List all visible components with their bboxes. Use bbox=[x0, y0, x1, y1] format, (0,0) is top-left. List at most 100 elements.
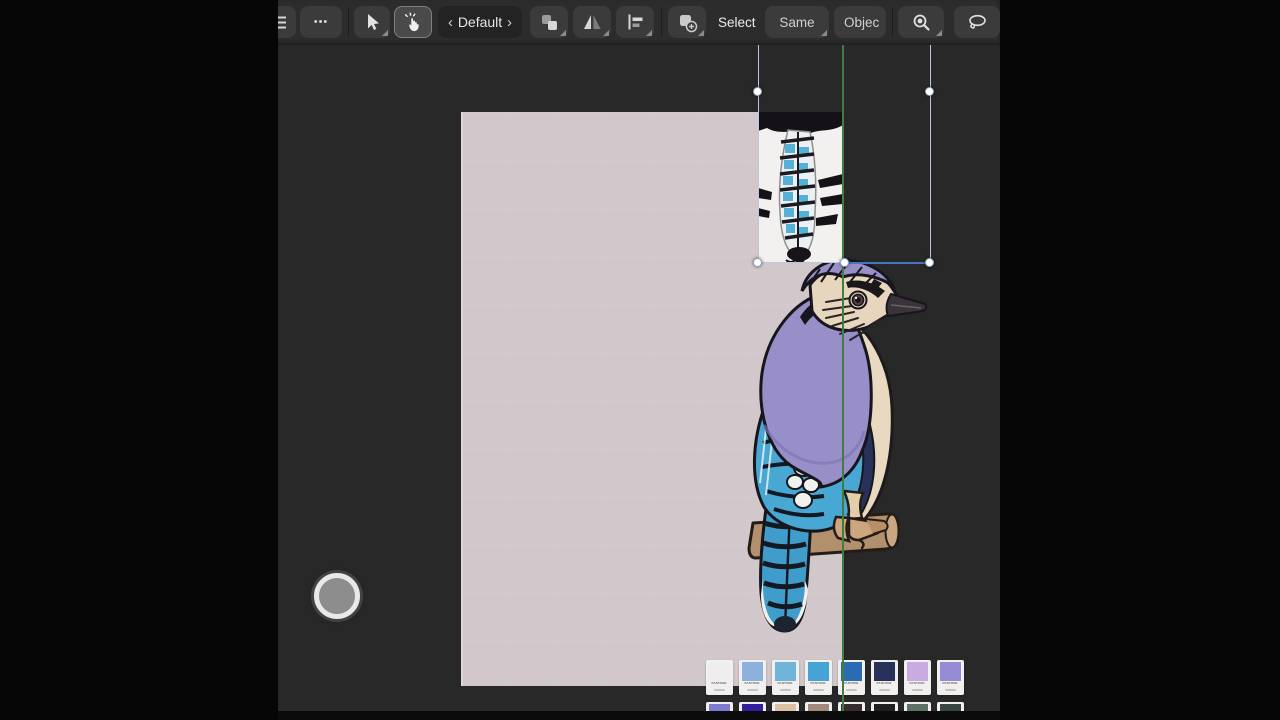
chip-color-square bbox=[841, 662, 862, 681]
submenu-fold bbox=[646, 30, 652, 36]
touch-indicator bbox=[314, 573, 360, 619]
blue-jay-artwork[interactable] bbox=[708, 255, 938, 645]
chip-brand-label: PANTONE bbox=[877, 682, 892, 685]
more-button[interactable]: ••• bbox=[300, 6, 342, 38]
pantone-chip[interactable]: PANTONE bbox=[706, 660, 733, 695]
hand-sparkle-icon bbox=[402, 11, 424, 33]
letterbox-bottom bbox=[278, 711, 1000, 720]
selection-handle-bottom-right[interactable] bbox=[925, 258, 934, 267]
chevron-left-icon[interactable]: ‹ bbox=[448, 15, 453, 30]
select-object-button[interactable]: Objec bbox=[834, 6, 886, 38]
chip-color-square bbox=[874, 704, 895, 711]
menu-icon bbox=[278, 11, 289, 33]
top-toolbar: ••• ‹ Default › bbox=[278, 0, 1000, 45]
toolbar-separator bbox=[661, 8, 662, 36]
chip-color-square bbox=[808, 704, 829, 711]
pantone-chip[interactable]: PANTONE bbox=[937, 660, 964, 695]
flip-button[interactable] bbox=[573, 6, 611, 38]
pantone-chip[interactable]: PANTONE bbox=[739, 702, 766, 711]
chip-color-square bbox=[775, 704, 796, 711]
chip-code-line bbox=[780, 689, 791, 691]
arrange-button[interactable] bbox=[530, 6, 568, 38]
chip-brand-label: PANTONE bbox=[910, 682, 925, 685]
lasso-icon bbox=[965, 11, 989, 33]
pantone-chip[interactable]: PANTONE bbox=[871, 702, 898, 711]
selection-handle-mid-right[interactable] bbox=[925, 87, 934, 96]
pantone-chip[interactable]: PANTONE bbox=[706, 702, 733, 711]
chip-code-line bbox=[846, 689, 857, 691]
submenu-fold bbox=[560, 30, 566, 36]
pantone-chip[interactable]: PANTONE bbox=[937, 702, 964, 711]
magnifier-icon bbox=[910, 11, 932, 33]
selection-handle-mid-left[interactable] bbox=[753, 87, 762, 96]
mirror-flip-icon bbox=[581, 11, 603, 33]
canvas-viewport[interactable]: PANTONE PANTONE PANTONE PANTONE PANTONE PANTO… bbox=[278, 45, 1000, 711]
pantone-chip[interactable]: PANTONE bbox=[904, 702, 931, 711]
chip-color-square bbox=[940, 662, 961, 681]
preset-selector[interactable]: ‹ Default › bbox=[438, 6, 522, 38]
select-same-button[interactable]: Same bbox=[765, 6, 829, 38]
selection-edge-bottom-right bbox=[845, 262, 931, 264]
preset-label: Default bbox=[458, 14, 502, 30]
chevron-right-icon[interactable]: › bbox=[507, 15, 512, 30]
letterbox-right bbox=[1000, 0, 1280, 720]
snap-guide-line bbox=[842, 45, 844, 711]
pantone-chip[interactable]: PANTONE bbox=[805, 702, 832, 711]
lasso-button[interactable] bbox=[954, 6, 1000, 38]
chip-color-square bbox=[709, 662, 730, 681]
pantone-chip[interactable]: PANTONE bbox=[772, 702, 799, 711]
chip-color-square bbox=[907, 662, 928, 681]
chip-color-square bbox=[775, 662, 796, 681]
selection-edge-right bbox=[930, 45, 931, 263]
align-button[interactable] bbox=[616, 6, 654, 38]
pantone-chip[interactable]: PANTONE bbox=[772, 660, 799, 695]
screen: ••• ‹ Default › bbox=[0, 0, 1280, 720]
arrow-cursor-icon bbox=[362, 12, 382, 32]
chip-color-square bbox=[907, 704, 928, 711]
pantone-chip[interactable]: PANTONE bbox=[904, 660, 931, 695]
chip-color-square bbox=[709, 704, 730, 711]
chip-code-line bbox=[879, 689, 890, 691]
selection-handle-bottom-center[interactable] bbox=[840, 258, 849, 267]
ellipsis-icon: ••• bbox=[314, 16, 329, 28]
shape-plus-icon bbox=[676, 11, 698, 33]
zoom-button[interactable] bbox=[898, 6, 944, 38]
submenu-fold bbox=[698, 30, 704, 36]
pantone-chip[interactable]: PANTONE bbox=[739, 660, 766, 695]
chip-color-square bbox=[874, 662, 895, 681]
chip-brand-label: PANTONE bbox=[943, 682, 958, 685]
pantone-chip[interactable]: PANTONE bbox=[805, 660, 832, 695]
chip-code-line bbox=[747, 689, 758, 691]
magic-hand-tool-button[interactable] bbox=[394, 6, 432, 38]
chip-brand-label: PANTONE bbox=[778, 682, 793, 685]
menu-button[interactable] bbox=[278, 6, 296, 38]
chip-color-square bbox=[841, 704, 862, 711]
submenu-fold bbox=[936, 30, 942, 36]
chip-color-square bbox=[742, 662, 763, 681]
chip-code-line bbox=[714, 689, 725, 691]
selection-edge-left bbox=[758, 45, 759, 263]
overlap-squares-icon bbox=[538, 11, 560, 33]
letterbox-left bbox=[0, 0, 278, 720]
select-tool-button[interactable] bbox=[354, 6, 390, 38]
pantone-swatch-row-2: PANTONE PANTONE PANTONE PANTONE PANTONE PANTO… bbox=[706, 702, 964, 711]
select-mode-label: Select bbox=[718, 6, 764, 38]
pantone-chip[interactable]: PANTONE bbox=[871, 660, 898, 695]
selection-edge-bottom bbox=[758, 262, 845, 263]
chip-code-line bbox=[912, 689, 923, 691]
add-shape-button[interactable] bbox=[668, 6, 706, 38]
chip-brand-label: PANTONE bbox=[712, 682, 727, 685]
selection-handle-bottom-left[interactable] bbox=[753, 258, 762, 267]
selected-image-fragment[interactable] bbox=[758, 112, 843, 262]
chip-brand-label: PANTONE bbox=[811, 682, 826, 685]
chip-brand-label: PANTONE bbox=[745, 682, 760, 685]
submenu-fold bbox=[382, 30, 388, 36]
chip-color-square bbox=[940, 704, 961, 711]
chip-code-line bbox=[813, 689, 824, 691]
tail-fragment-graphic bbox=[758, 112, 843, 262]
pantone-swatch-row-1: PANTONE PANTONE PANTONE PANTONE PANTONE PANTO… bbox=[706, 660, 964, 695]
chip-color-square bbox=[742, 704, 763, 711]
chip-code-line bbox=[945, 689, 956, 691]
toolbar-separator bbox=[892, 8, 893, 36]
toolbar-separator bbox=[348, 8, 349, 36]
